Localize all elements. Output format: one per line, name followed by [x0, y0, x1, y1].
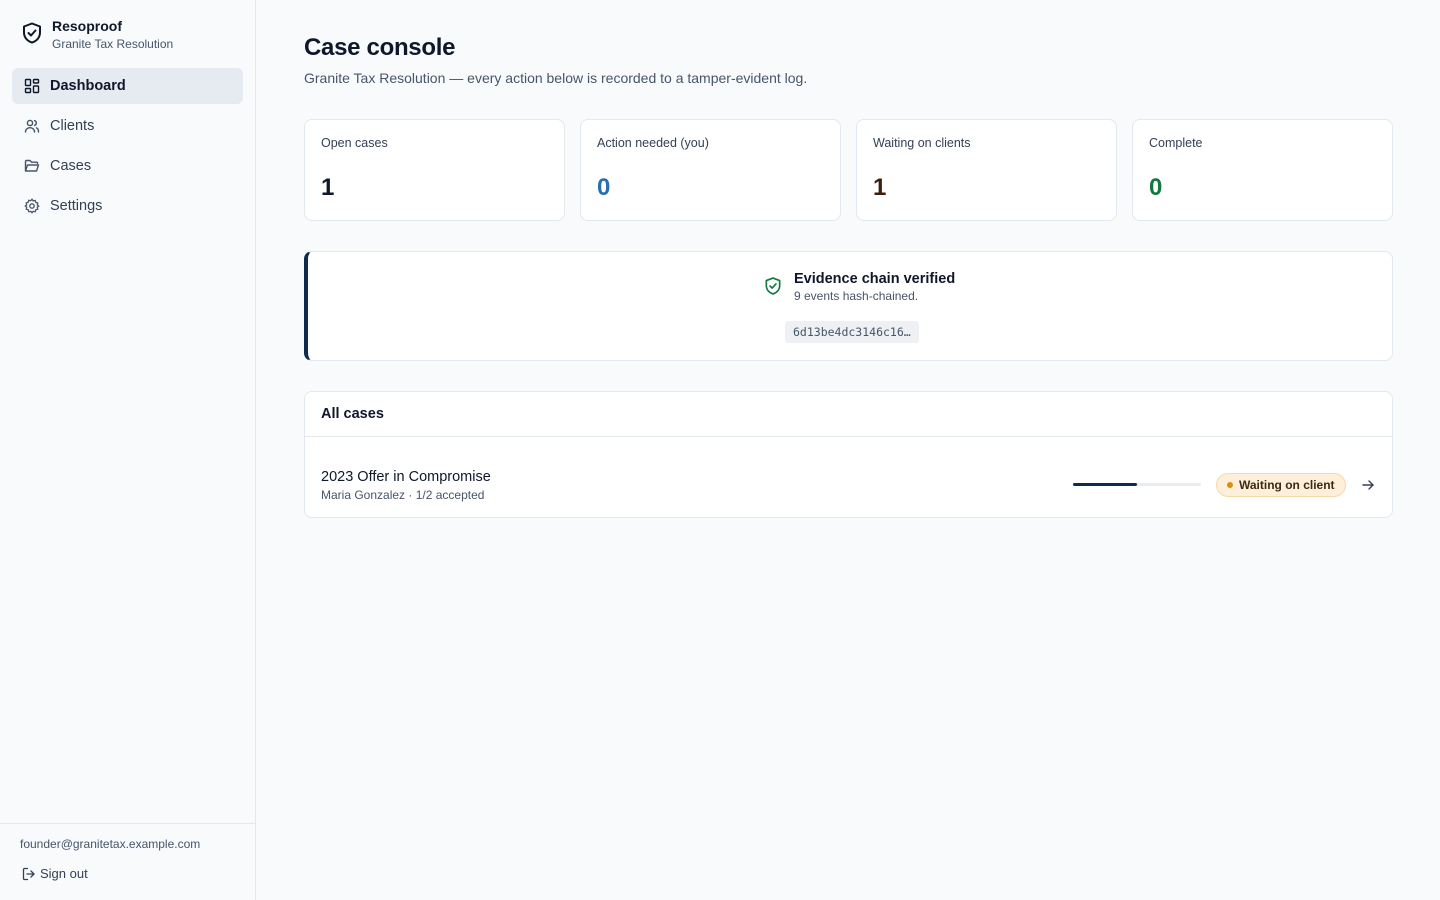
sidebar-footer: founder@granitetax.example.com Sign out [0, 823, 255, 900]
evidence-subtitle: 9 events hash-chained. [794, 289, 919, 303]
dashboard-icon [24, 78, 40, 94]
gear-icon [24, 198, 40, 214]
stat-value: 0 [597, 174, 611, 201]
brand-org: Granite Tax Resolution [52, 37, 174, 51]
cases-header: All cases [305, 392, 1392, 437]
evidence-status: Evidence chain verified 9 events hash-ch… [763, 270, 955, 303]
users-icon [24, 119, 40, 133]
shield-check-icon [765, 277, 781, 295]
evidence-hash[interactable]: 6d13be4dc3146c16… [785, 321, 919, 343]
status-dot [1227, 482, 1233, 488]
page-subtitle: Granite Tax Resolution — every action be… [304, 70, 808, 86]
stat-value: 1 [873, 174, 887, 201]
stat-label: Waiting on clients [873, 136, 971, 150]
case-title: 2023 Offer in Compromise [321, 469, 491, 485]
sidebar-nav: Dashboard Clients Cases Settings [12, 68, 243, 228]
case-meta: Maria Gonzalez · 1/2 accepted [321, 488, 485, 502]
case-progress-bar [1073, 483, 1201, 486]
status-label: Waiting on client [1239, 478, 1335, 492]
sign-out-icon [22, 867, 35, 880]
case-row[interactable]: 2023 Offer in Compromise Maria Gonzalez … [305, 437, 1392, 517]
stat-value: 0 [1149, 174, 1163, 201]
stat-card-waiting-on-clients: Waiting on clients 1 [856, 119, 1117, 221]
sidebar-item-clients[interactable]: Clients [12, 108, 243, 144]
shield-check-icon [23, 22, 41, 44]
evidence-title: Evidence chain verified [794, 271, 956, 287]
sidebar-item-label: Cases [50, 158, 92, 174]
stat-label: Action needed (you) [597, 136, 709, 150]
stat-label: Open cases [321, 136, 388, 150]
page-title: Case console [304, 34, 456, 61]
evidence-chain-card: Evidence chain verified 9 events hash-ch… [304, 251, 1393, 361]
sidebar: Resoproof Granite Tax Resolution Dashboa… [0, 0, 256, 900]
case-progress-fill [1073, 483, 1137, 486]
sidebar-item-settings[interactable]: Settings [12, 188, 243, 224]
sign-out-button[interactable]: Sign out [22, 866, 88, 881]
sidebar-item-dashboard[interactable]: Dashboard [12, 68, 243, 104]
stat-card-open-cases: Open cases 1 [304, 119, 565, 221]
stats-row: Open cases 1 Action needed (you) 0 Waiti… [304, 119, 1393, 221]
user-email: founder@granitetax.example.com [20, 837, 201, 851]
stat-card-complete: Complete 0 [1132, 119, 1393, 221]
sign-out-label: Sign out [40, 866, 88, 881]
sidebar-item-label: Dashboard [50, 78, 126, 94]
sidebar-item-label: Clients [50, 118, 95, 134]
folder-icon [24, 159, 40, 172]
stat-card-action-needed: Action needed (you) 0 [580, 119, 841, 221]
brand[interactable]: Resoproof Granite Tax Resolution [20, 18, 173, 52]
stat-value: 1 [321, 174, 335, 201]
sidebar-item-label: Settings [50, 198, 103, 214]
cases-panel: All cases 2023 Offer in Compromise Maria… [304, 391, 1393, 518]
stat-label: Complete [1149, 136, 1203, 150]
sidebar-item-cases[interactable]: Cases [12, 148, 243, 184]
status-badge: Waiting on client [1216, 473, 1346, 497]
arrow-right-icon[interactable] [1361, 478, 1375, 492]
brand-name: Resoproof [52, 18, 122, 34]
